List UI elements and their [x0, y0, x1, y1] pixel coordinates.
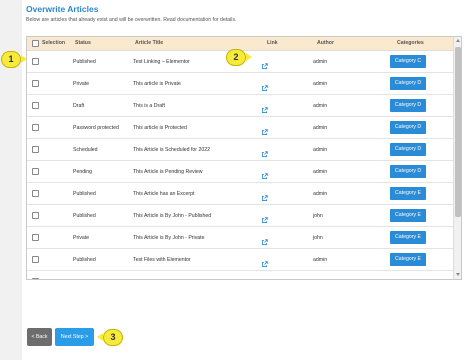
row-article-title: This is a Draft: [133, 103, 165, 109]
row-status: Published: [73, 257, 96, 263]
row-status: Private: [73, 235, 90, 241]
category-button[interactable]: Category E: [390, 253, 426, 266]
table-row: Password protected This article is Protec…: [27, 117, 453, 139]
row-author: admin: [313, 147, 328, 153]
table-row: Draft This is a Draft admin Category D: [27, 95, 453, 117]
header-author: Author: [317, 40, 334, 46]
row-author: admin: [313, 81, 328, 87]
callout-badge-2: 2: [226, 49, 246, 66]
category-button[interactable]: Category E: [390, 209, 426, 222]
external-link-icon[interactable]: [261, 233, 268, 246]
row-checkbox[interactable]: [32, 168, 39, 175]
header-status: Status: [75, 40, 91, 46]
row-status: Published: [73, 271, 96, 279]
external-link-icon[interactable]: [261, 255, 268, 268]
back-button[interactable]: < Back: [27, 328, 52, 346]
row-status: Published: [73, 191, 96, 197]
row-status: Published: [73, 59, 96, 65]
select-all-checkbox[interactable]: [32, 40, 39, 47]
row-author: admin: [313, 191, 328, 197]
table-row: Published This Article has an Excerpt admi…: [27, 183, 453, 205]
page-title: Overwrite Articles: [26, 4, 99, 14]
row-status: Pending: [73, 169, 93, 175]
row-checkbox[interactable]: [32, 80, 39, 87]
row-status: Scheduled: [73, 147, 98, 153]
row-article-title: This Article is Pending Review: [133, 169, 203, 175]
category-button[interactable]: Category C: [390, 55, 426, 68]
row-checkbox[interactable]: [32, 146, 39, 153]
callout-badge-1: 1: [1, 51, 21, 68]
row-author: admin: [313, 59, 328, 65]
row-status: Published: [73, 213, 96, 219]
category-button[interactable]: Category D: [390, 165, 426, 178]
scroll-up-arrow-icon[interactable]: [456, 39, 460, 42]
row-checkbox[interactable]: [32, 190, 39, 197]
callout-pointer-2: [246, 53, 252, 61]
page-subtitle: Below are articles that already exist an…: [26, 17, 237, 23]
row-checkbox[interactable]: [32, 124, 39, 131]
table-row: Private This article is Private admin Categ…: [27, 73, 453, 95]
external-link-icon[interactable]: [261, 57, 268, 70]
external-link-icon[interactable]: [261, 211, 268, 224]
callout-pointer-1: [21, 55, 27, 63]
row-author: john: [313, 235, 323, 241]
articles-table: Selection Status Article Title Link Auth…: [26, 36, 462, 280]
row-article-title: This Article has an Excerpt: [133, 191, 195, 197]
row-author: admin: [313, 125, 328, 131]
row-article-title: Test Linking – Elementor: [133, 59, 190, 65]
table-row: Scheduled This Article is Scheduled for 2…: [27, 139, 453, 161]
header-article-title: Article Title: [135, 40, 164, 46]
row-checkbox[interactable]: [32, 58, 39, 65]
row-article-title: Test Files with Elementor: [133, 257, 191, 263]
external-link-icon[interactable]: [261, 79, 268, 92]
row-status: Password protected: [73, 125, 119, 131]
row-article-title: This article is Private: [133, 81, 181, 87]
row-checkbox[interactable]: [32, 102, 39, 109]
external-link-icon[interactable]: [261, 123, 268, 136]
row-author: admin: [313, 169, 328, 175]
external-link-icon[interactable]: [261, 101, 268, 114]
category-button[interactable]: Category D: [390, 121, 426, 134]
row-checkbox[interactable]: [32, 234, 39, 241]
row-article-title: This Article is By John - Private: [133, 235, 205, 241]
external-link-icon[interactable]: [261, 189, 268, 202]
header-categories: Categories: [397, 40, 424, 46]
row-status: Private: [73, 81, 90, 87]
header-selection: Selection: [42, 40, 66, 46]
category-button[interactable]: Category E: [390, 231, 426, 244]
row-status: Draft: [73, 103, 85, 109]
row-article-title: This Article is By John - Published: [133, 213, 212, 219]
category-button[interactable]: Category D: [390, 99, 426, 112]
row-author: john: [313, 213, 323, 219]
category-button[interactable]: Category D: [390, 77, 426, 90]
row-author: admin: [313, 103, 328, 109]
row-checkbox[interactable]: [32, 256, 39, 263]
category-button[interactable]: Category D: [390, 143, 426, 156]
table-row: Published: [27, 271, 453, 279]
table-scrollbar[interactable]: [453, 37, 461, 279]
external-link-icon[interactable]: [261, 145, 268, 158]
row-author: admin: [313, 257, 328, 263]
callout-badge-3: 3: [103, 329, 123, 346]
table-row: Pending This Article is Pending Review adm…: [27, 161, 453, 183]
row-checkbox[interactable]: [32, 212, 39, 219]
external-link-icon[interactable]: [261, 277, 268, 279]
external-link-icon[interactable]: [261, 167, 268, 180]
row-checkbox[interactable]: [32, 278, 39, 279]
next-step-button[interactable]: Next Step >: [55, 328, 94, 346]
scroll-thumb[interactable]: [455, 47, 461, 217]
category-button[interactable]: Category E: [390, 187, 426, 200]
table-row: Private This Article is By John - Private…: [27, 227, 453, 249]
scroll-down-arrow-icon[interactable]: [456, 273, 460, 276]
header-link: Link: [267, 40, 278, 46]
row-article-title: This Article is Scheduled for 2022: [133, 147, 210, 153]
table-row: Published This Article is By John - Publi…: [27, 205, 453, 227]
row-article-title: This article is Protected: [133, 125, 187, 131]
table-row: Published Test Files with Elementor admin C…: [27, 249, 453, 271]
